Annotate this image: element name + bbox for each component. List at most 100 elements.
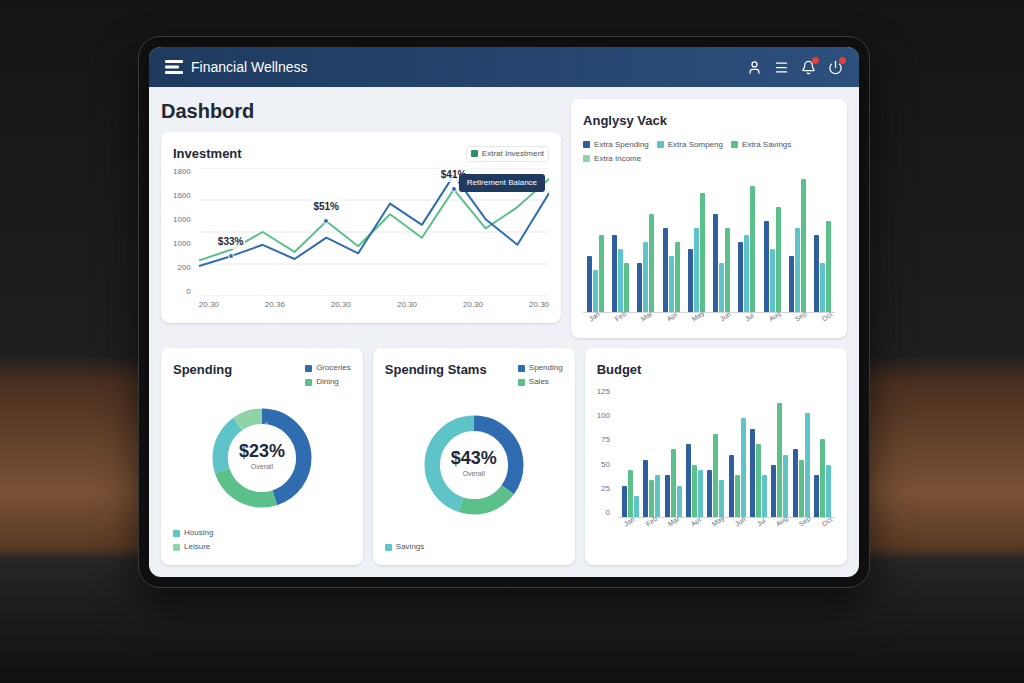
bar — [643, 460, 648, 517]
legend-item: Leisure — [173, 541, 351, 553]
y-tick: 200 — [173, 264, 191, 272]
legend-swatch — [305, 379, 312, 386]
donut-segment — [432, 423, 516, 507]
x-tick: 20.30 — [397, 299, 417, 311]
bar-group — [665, 388, 682, 517]
bar — [677, 486, 682, 517]
bar-group — [686, 388, 703, 517]
page-title: Dashbord — [161, 99, 561, 124]
bar — [735, 475, 740, 516]
bar — [750, 186, 755, 311]
bar — [805, 413, 810, 516]
bar — [713, 214, 718, 311]
bar — [694, 228, 699, 311]
legend-item: Extrat Investment — [471, 148, 544, 160]
bar-group — [713, 173, 730, 312]
legend-swatch — [731, 141, 738, 148]
bar — [826, 465, 831, 517]
legend-item: Housing — [173, 527, 351, 539]
bell-button[interactable] — [801, 60, 816, 75]
donut-sublabel: Overall — [463, 469, 485, 480]
analysis-card: Anglysy VackExtra SpendingExtra SompengE… — [571, 99, 847, 338]
bar — [762, 475, 767, 516]
bar — [741, 418, 746, 516]
legend-swatch — [583, 155, 590, 162]
bar — [801, 179, 806, 311]
bar — [618, 249, 623, 312]
menu-button[interactable] — [774, 60, 789, 75]
bar — [643, 242, 648, 312]
donut-segment — [432, 423, 516, 507]
bar — [675, 242, 680, 312]
bar — [622, 486, 627, 517]
donut-segment — [220, 416, 304, 500]
point-marker — [228, 253, 234, 259]
y-tick: 125 — [597, 388, 610, 396]
bar — [698, 470, 703, 516]
legend-item: Groceries — [305, 362, 351, 374]
bar — [793, 449, 798, 516]
bar — [783, 455, 788, 517]
legend-item: Savings — [385, 541, 563, 553]
bar — [719, 480, 724, 516]
legend-item: Extra Savings — [731, 139, 791, 151]
y-tick: 25 — [597, 485, 610, 493]
bar-group — [663, 173, 680, 312]
donut-value: $43% — [451, 449, 497, 467]
bar — [789, 256, 794, 312]
bar — [669, 256, 674, 312]
bar-group — [771, 388, 788, 517]
budget-card: Budget1251007550250JanFebMarAprMayJunJul… — [585, 348, 847, 565]
legend-swatch — [518, 379, 525, 386]
x-tick: 20.30 — [529, 299, 549, 311]
bar-group — [764, 173, 781, 312]
legend-item: Extra Sompeng — [657, 139, 723, 151]
bar — [663, 228, 668, 311]
bar-chart: JanFebMarAprMayJunJulAugSepOct — [618, 388, 835, 554]
x-tick: 20.30 — [331, 299, 351, 311]
bar — [612, 235, 617, 311]
bar-group — [688, 173, 705, 312]
donut-segment — [220, 416, 304, 500]
user-button[interactable] — [747, 60, 762, 75]
x-label: Jul — [755, 515, 768, 529]
bar-group — [738, 173, 755, 312]
investment-card: InvestmentExtrat Investment1800160010001… — [161, 132, 561, 323]
bar — [777, 403, 782, 517]
donut-segment — [432, 423, 516, 507]
x-tick: 20.30 — [463, 299, 483, 311]
bar — [750, 429, 755, 517]
point-annotation: $51% — [311, 199, 341, 214]
screen: Financial WellnessDashbordInvestmentExtr… — [149, 47, 859, 577]
notification-badge — [812, 57, 819, 64]
bar — [776, 207, 781, 311]
card-title: Budget — [597, 360, 835, 380]
bar — [671, 449, 676, 516]
bar-group — [750, 388, 767, 517]
bar — [719, 263, 724, 312]
power-button[interactable] — [828, 60, 843, 75]
bar — [799, 460, 804, 517]
y-tick: 0 — [173, 288, 191, 296]
bar — [692, 465, 697, 517]
notification-badge — [839, 57, 846, 64]
bar-group — [622, 388, 639, 517]
y-tick: 1000 — [173, 216, 191, 224]
bar — [593, 270, 598, 312]
legend-item: Extra Spending — [583, 139, 649, 151]
bar — [599, 235, 604, 311]
bar-group — [789, 173, 806, 312]
bar — [587, 256, 592, 312]
scene: Financial WellnessDashbordInvestmentExtr… — [0, 0, 1024, 683]
y-tick: 50 — [597, 461, 610, 469]
legend-swatch — [173, 544, 180, 551]
bar — [771, 465, 776, 517]
bar — [738, 242, 743, 312]
donut-segment — [220, 416, 304, 500]
bar — [770, 249, 775, 312]
user-icon — [747, 60, 762, 75]
x-tick: 20.30 — [199, 299, 219, 311]
bar — [820, 263, 825, 312]
bar-group — [612, 173, 629, 312]
legend-swatch — [583, 141, 590, 148]
